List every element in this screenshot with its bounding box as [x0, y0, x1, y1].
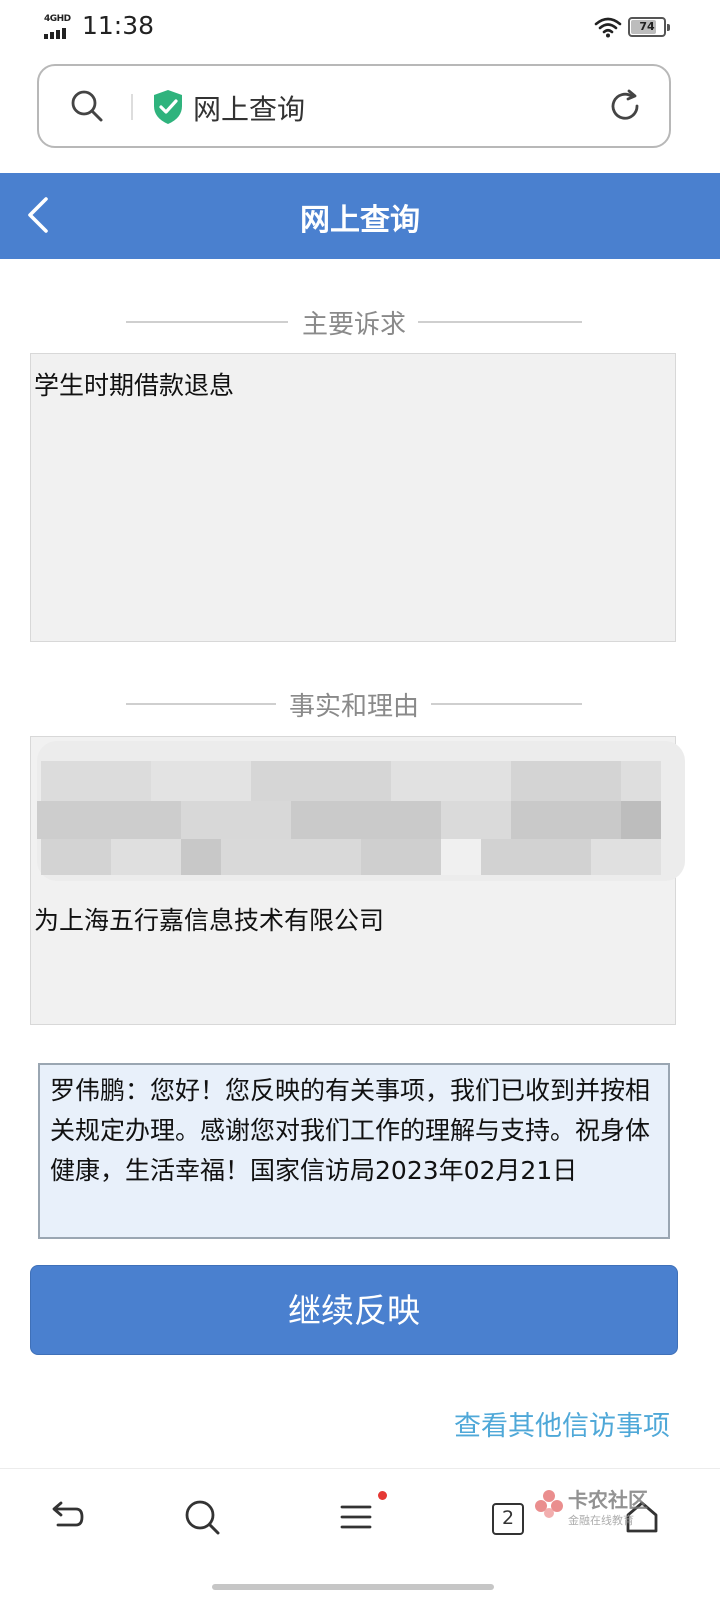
network-type: 4GHD: [44, 14, 71, 24]
status-time: 11:38: [82, 11, 155, 40]
wifi-icon: [594, 17, 622, 38]
facts-label: 事实和理由: [276, 692, 431, 722]
search-icon[interactable]: [182, 1497, 222, 1537]
watermark-title: 卡农社区: [568, 1488, 648, 1512]
main-appeal-label: 主要诉求: [289, 310, 418, 340]
back-icon[interactable]: [46, 1497, 86, 1537]
main-appeal-text: 学生时期借款退息: [34, 371, 235, 400]
watermark-subtitle: 金融在线教育: [568, 1514, 634, 1527]
menu-icon[interactable]: [336, 1497, 376, 1537]
page: 4GHD 11:38 74 网上查询 网上查询 主要诉求 学生时期借款退息 事实…: [0, 0, 720, 1600]
pixelated-redaction: [37, 741, 685, 881]
address-bar[interactable]: 网上查询: [37, 64, 671, 148]
reply-message: 罗伟鹏：您好！您反映的有关事项，我们已收到并按相关规定办理。感谢您对我们工作的理…: [38, 1063, 670, 1239]
status-bar: 4GHD 11:38 74: [0, 0, 720, 56]
reload-icon[interactable]: [607, 88, 643, 124]
other-petitions-link[interactable]: 查看其他信访事项: [454, 1404, 670, 1443]
watermark-logo-icon: [535, 1490, 563, 1518]
main-appeal-box: 学生时期借款退息: [30, 353, 676, 642]
facts-text: 为上海五行嘉信息技术有限公司: [34, 906, 385, 935]
address-divider: [131, 94, 133, 120]
battery-icon: 74: [628, 17, 670, 37]
battery-level: 74: [639, 20, 655, 33]
signal-icon: 4GHD: [44, 14, 74, 40]
address-url[interactable]: 网上查询: [193, 88, 305, 128]
home-indicator[interactable]: [212, 1584, 494, 1590]
main-appeal-heading: 主要诉求: [126, 302, 582, 342]
continue-button[interactable]: 继续反映: [30, 1265, 678, 1355]
shield-check-icon: [154, 90, 182, 124]
facts-box: 为上海五行嘉信息技术有限公司: [30, 736, 685, 1025]
notification-dot: [378, 1491, 387, 1500]
watermark: 卡农社区 金融在线教育: [532, 1480, 656, 1546]
tabs-button[interactable]: 2: [492, 1503, 524, 1535]
search-icon[interactable]: [69, 88, 105, 124]
facts-heading: 事实和理由: [126, 684, 582, 724]
page-title: 网上查询: [300, 203, 420, 238]
page-header: 网上查询: [0, 173, 720, 259]
